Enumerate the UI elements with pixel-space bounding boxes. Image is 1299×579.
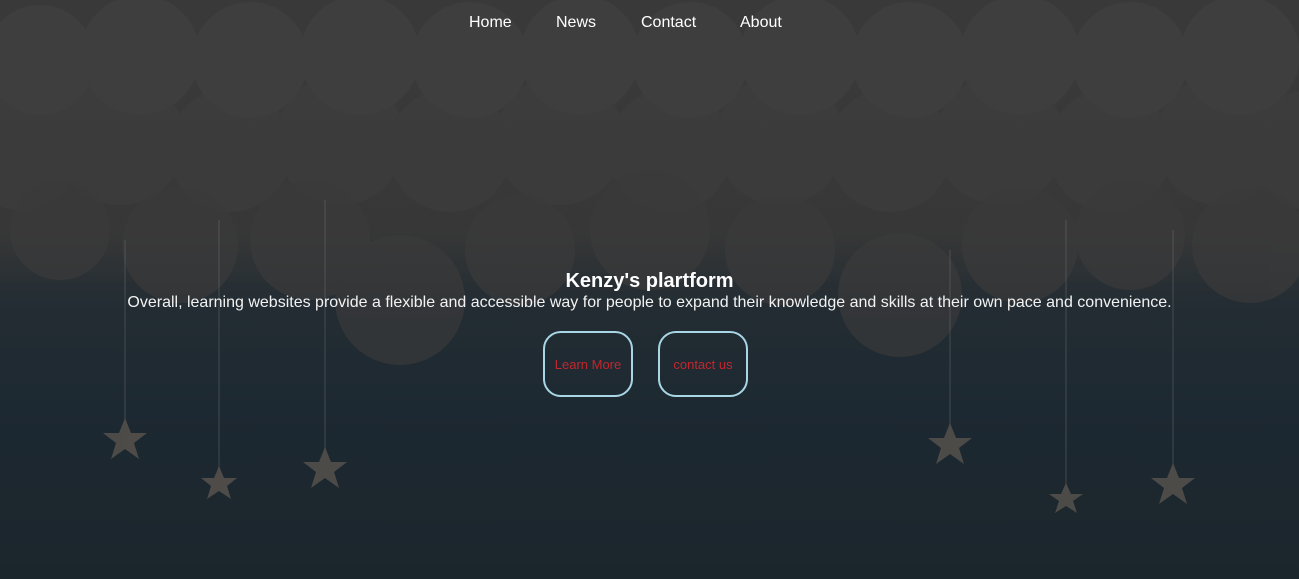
hero-subtitle: Overall, learning websites provide a fle… (127, 294, 1172, 311)
hero-section: Kenzy's plartform Overall, learning webs… (0, 268, 1299, 312)
top-navigation: Home News Contact About (0, 0, 1299, 46)
hero-title: Kenzy's plartform (565, 270, 734, 292)
page: Home News Contact About Kenzy's plartfor… (0, 0, 1299, 579)
nav-link-contact[interactable]: Contact (641, 14, 696, 32)
contact-us-button[interactable]: contact us (658, 331, 748, 397)
nav-link-news[interactable]: News (556, 14, 596, 32)
learn-more-button[interactable]: Learn More (543, 331, 633, 397)
nav-link-about[interactable]: About (740, 14, 782, 32)
nav-link-home[interactable]: Home (469, 14, 512, 32)
